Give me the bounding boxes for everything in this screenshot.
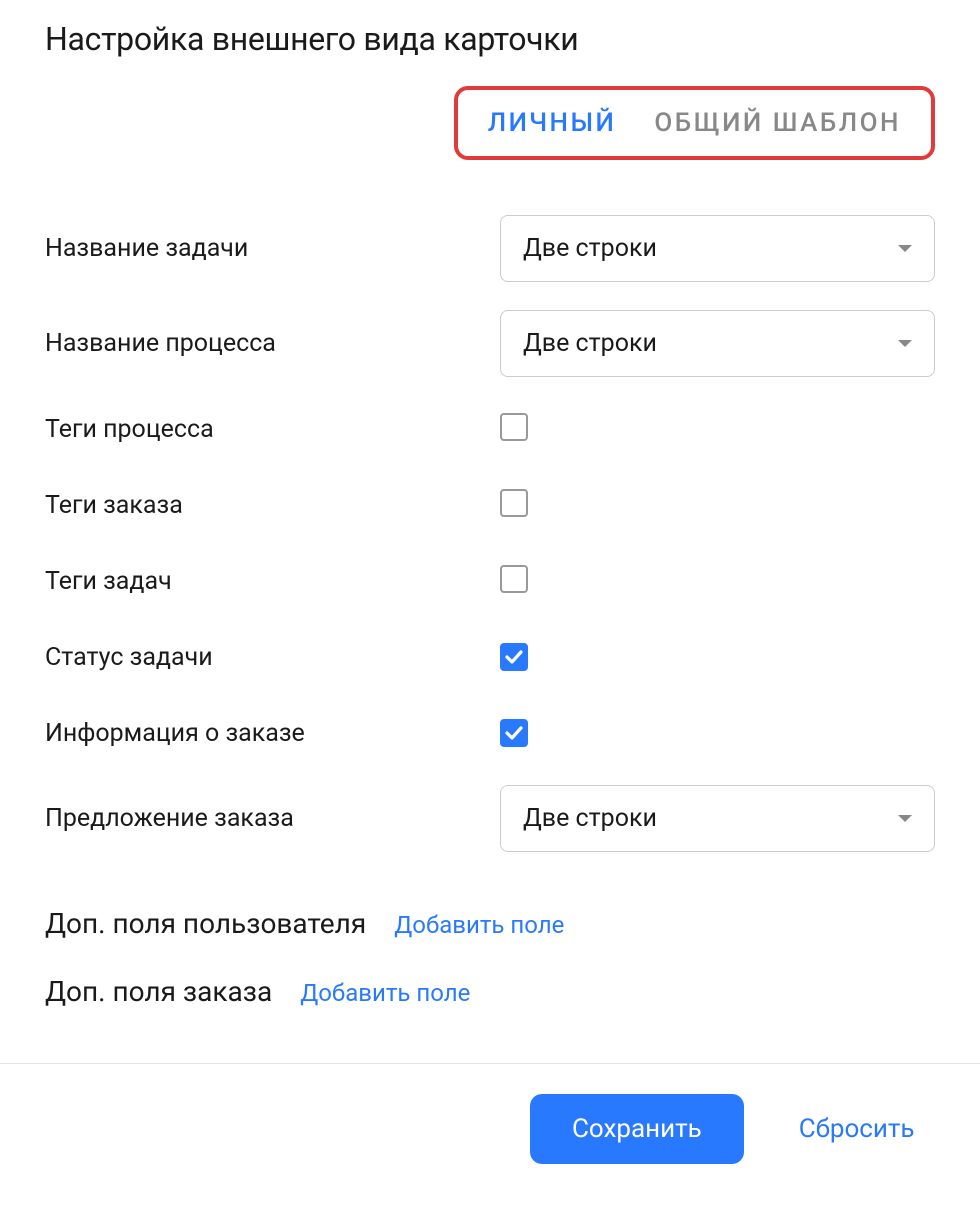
save-button[interactable]: Сохранить	[530, 1094, 744, 1164]
label-task-status: Статус задачи	[45, 643, 500, 672]
checkbox-task-tags[interactable]	[500, 565, 528, 593]
tab-shared-template[interactable]: ОБЩИЙ ШАБЛОН	[654, 108, 901, 138]
label-process-tags: Теги процесса	[45, 415, 500, 444]
label-order-offer: Предложение заказа	[45, 804, 500, 833]
checkbox-process-tags[interactable]	[500, 413, 528, 441]
tabs-container: ЛИЧНЫЙ ОБЩИЙ ШАБЛОН	[454, 86, 935, 160]
check-icon	[505, 650, 523, 664]
label-process-name: Название процесса	[45, 329, 500, 358]
select-order-offer[interactable]: Две строки	[500, 785, 935, 852]
select-process-name-value: Две строки	[523, 329, 886, 358]
footer: Сохранить Сбросить	[0, 1063, 980, 1194]
select-process-name[interactable]: Две строки	[500, 310, 935, 377]
check-icon	[505, 726, 523, 740]
chevron-down-icon	[898, 815, 912, 822]
select-task-name-value: Две строки	[523, 234, 886, 263]
chevron-down-icon	[898, 340, 912, 347]
add-user-field-button[interactable]: Добавить поле	[394, 911, 564, 939]
checkbox-task-status[interactable]	[500, 643, 528, 671]
label-order-info: Информация о заказе	[45, 719, 500, 748]
checkbox-order-tags[interactable]	[500, 489, 528, 517]
select-order-offer-value: Две строки	[523, 804, 886, 833]
label-task-tags: Теги задач	[45, 567, 500, 596]
add-order-field-button[interactable]: Добавить поле	[300, 979, 470, 1007]
section-user-fields-label: Доп. поля пользователя	[45, 907, 366, 940]
page-title: Настройка внешнего вида карточки	[45, 20, 935, 58]
select-task-name[interactable]: Две строки	[500, 215, 935, 282]
chevron-down-icon	[898, 245, 912, 252]
label-order-tags: Теги заказа	[45, 491, 500, 520]
label-task-name: Название задачи	[45, 234, 500, 263]
tab-personal[interactable]: ЛИЧНЫЙ	[488, 108, 617, 138]
checkbox-order-info[interactable]	[500, 719, 528, 747]
reset-button[interactable]: Сбросить	[799, 1114, 915, 1144]
section-order-fields-label: Доп. поля заказа	[45, 975, 272, 1008]
